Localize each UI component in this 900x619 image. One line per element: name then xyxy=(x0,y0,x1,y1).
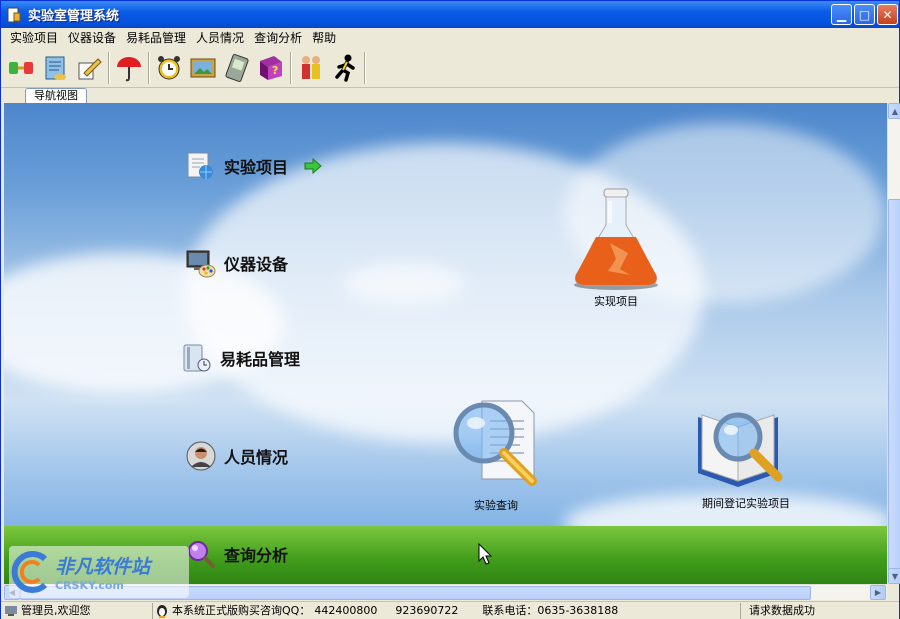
nav-label: 查询分析 xyxy=(224,546,289,565)
close-button[interactable]: ✕ xyxy=(877,4,898,25)
nav-item-consumables[interactable]: 易耗品管理 xyxy=(182,343,300,373)
vertical-scroll-thumb[interactable] xyxy=(888,199,900,579)
qq-penguin-icon xyxy=(157,604,167,618)
toolbar-separator xyxy=(108,51,110,84)
svg-text:?: ? xyxy=(272,64,278,77)
runner-icon[interactable] xyxy=(328,51,362,85)
navigation-canvas: 实验项目 仪器设备 易耗品管理 人员情况 查询分析 实现项目 实验查询 期间登记… xyxy=(4,103,887,584)
computer-user-icon xyxy=(5,605,17,616)
menu-experiment[interactable]: 实验项目 xyxy=(5,28,63,48)
scroll-right-button[interactable]: ▶ xyxy=(870,585,886,600)
watermark-brand: 非凡软件站 xyxy=(55,556,151,578)
crsky-logo-icon xyxy=(11,551,48,593)
flask-icon xyxy=(574,188,658,290)
menu-consumables[interactable]: 易耗品管理 xyxy=(121,28,191,48)
pen-icon[interactable] xyxy=(72,51,106,85)
nav-item-instrument[interactable]: 仪器设备 xyxy=(186,248,288,278)
menu-personnel[interactable]: 人员情况 xyxy=(191,28,249,48)
nav-item-experiment[interactable]: 实验项目 xyxy=(186,151,322,181)
nav-label: 仪器设备 xyxy=(224,255,289,274)
document-globe-icon xyxy=(187,152,213,179)
nav-label: 易耗品管理 xyxy=(220,350,301,369)
minimize-button[interactable]: ▁ xyxy=(831,4,852,25)
monitor-palette-icon xyxy=(186,250,216,278)
flask-caption: 实现项目 xyxy=(594,295,638,308)
menu-bar: 实验项目 仪器设备 易耗品管理 人员情况 查询分析 帮助 xyxy=(1,28,899,48)
status-phone: 联系电话：0635-3638188 xyxy=(482,603,619,617)
maximize-button[interactable]: □ xyxy=(854,4,875,25)
query-shortcut[interactable]: 实验查询 xyxy=(444,391,548,513)
toolbar-separator xyxy=(148,51,150,84)
menu-query[interactable]: 查询分析 xyxy=(249,28,307,48)
status-user: 管理员,欢迎您 xyxy=(21,603,91,617)
status-qq-label: 本系统正式版购买咨询QQ： xyxy=(172,603,311,617)
flask-shortcut[interactable]: 实现项目 xyxy=(566,187,666,309)
handheld-icon[interactable] xyxy=(220,51,254,85)
help-book-icon[interactable]: ? xyxy=(254,51,288,85)
app-icon xyxy=(7,7,21,22)
book-magnifier-icon xyxy=(698,412,783,487)
person-photo-icon xyxy=(186,441,216,471)
nav-item-query[interactable]: 查询分析 xyxy=(186,539,288,569)
people-icon[interactable] xyxy=(294,51,328,85)
app-window: 实验室管理系统 ▁ □ ✕ 实验项目 仪器设备 易耗品管理 人员情况 查询分析 … xyxy=(0,0,900,619)
book-icon[interactable] xyxy=(38,51,72,85)
tab-navigation-view[interactable]: 导航视图 xyxy=(25,88,87,103)
toolbar: ? xyxy=(1,48,899,88)
period-shortcut[interactable]: 期间登记实验项目 xyxy=(694,397,798,511)
alarm-clock-icon[interactable] xyxy=(152,51,186,85)
menu-help[interactable]: 帮助 xyxy=(307,28,341,48)
menu-instrument[interactable]: 仪器设备 xyxy=(63,28,121,48)
connect-icon[interactable] xyxy=(4,51,38,85)
picture-icon[interactable] xyxy=(186,51,220,85)
mouse-cursor-icon xyxy=(478,543,492,565)
toolbar-separator xyxy=(290,51,292,84)
period-caption: 期间登记实验项目 xyxy=(702,497,790,510)
toolbar-separator xyxy=(364,51,366,84)
cloud-decoration xyxy=(344,263,464,303)
window-title: 实验室管理系统 xyxy=(28,9,120,24)
nav-item-personnel[interactable]: 人员情况 xyxy=(186,441,288,471)
watermark-site: CRSKY.com xyxy=(55,579,124,592)
status-contact-panel: 本系统正式版购买咨询QQ： 442400800 923690722 联系电话：0… xyxy=(153,602,741,619)
vertical-scrollbar[interactable]: ▲ ▼ xyxy=(887,103,900,584)
watermark-logo: 非凡软件站 CRSKY.com xyxy=(9,546,189,598)
nav-label: 实验项目 xyxy=(224,158,289,177)
scroll-down-button[interactable]: ▼ xyxy=(888,568,900,584)
tab-strip: 导航视图 xyxy=(1,88,899,103)
nav-label: 人员情况 xyxy=(224,448,289,467)
status-user-panel: 管理员,欢迎您 xyxy=(1,602,153,619)
title-bar[interactable]: 实验室管理系统 ▁ □ ✕ xyxy=(1,1,899,28)
status-state: 请求数据成功 xyxy=(749,603,815,617)
scroll-up-button[interactable]: ▲ xyxy=(888,103,900,119)
clipboard-clock-icon xyxy=(183,344,211,372)
query-caption: 实验查询 xyxy=(474,499,518,512)
status-qq2: 923690722 xyxy=(395,603,459,617)
magnifier-icon xyxy=(188,541,215,568)
status-qq1: 442400800 xyxy=(314,603,378,617)
status-bar: 管理员,欢迎您 本系统正式版购买咨询QQ： 442400800 92369072… xyxy=(1,601,899,619)
umbrella-icon[interactable] xyxy=(112,51,146,85)
green-arrow-icon xyxy=(304,158,322,174)
document-magnifier-icon xyxy=(453,400,537,486)
